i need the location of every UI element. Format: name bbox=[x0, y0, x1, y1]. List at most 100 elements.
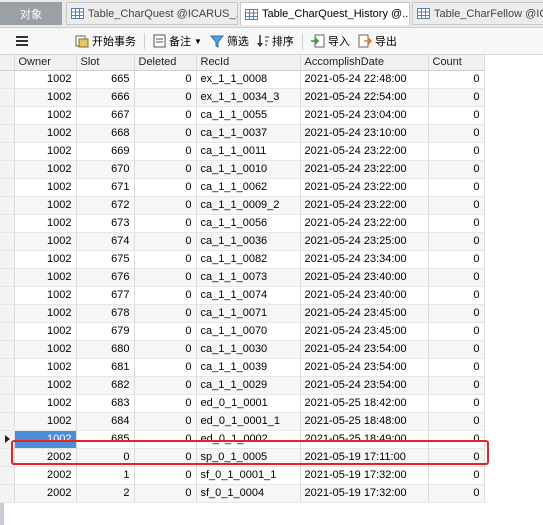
cell-deleted[interactable]: 0 bbox=[134, 304, 197, 323]
filter-button[interactable]: 筛选 bbox=[206, 30, 253, 52]
cell-deleted[interactable]: 0 bbox=[134, 430, 197, 449]
table-row[interactable]: 1002 672 0 ca_1_1_0009_2 2021-05-24 23:22:00… bbox=[0, 196, 485, 215]
table-row[interactable]: 1002 670 0 ca_1_1_0010 2021-05-24 23:22:00 0 bbox=[0, 160, 485, 179]
table-row[interactable]: 2002 0 0 sp_0_1_0005 2021-05-19 17:11:00 0 bbox=[0, 448, 485, 467]
cell-accomplish-date[interactable]: 2021-05-25 18:49:00 bbox=[300, 430, 429, 449]
cell-slot[interactable]: 681 bbox=[76, 358, 135, 377]
cell-recid[interactable]: ca_1_1_0056 bbox=[196, 214, 301, 233]
cell-slot[interactable]: 2 bbox=[76, 484, 135, 503]
table-row[interactable]: 2002 1 0 sf_0_1_0001_1 2021-05-19 17:32:00 0 bbox=[0, 466, 485, 485]
cell-deleted[interactable]: 0 bbox=[134, 124, 197, 143]
table-row[interactable]: 1002 669 0 ca_1_1_0011 2021-05-24 23:22:00 0 bbox=[0, 142, 485, 161]
cell-recid[interactable]: ca_1_1_0009_2 bbox=[196, 196, 301, 215]
cell-accomplish-date[interactable]: 2021-05-24 23:34:00 bbox=[300, 250, 429, 269]
cell-count[interactable]: 0 bbox=[428, 358, 485, 377]
cell-recid[interactable]: ca_1_1_0074 bbox=[196, 286, 301, 305]
cell-recid[interactable]: ca_1_1_0039 bbox=[196, 358, 301, 377]
row-indicator[interactable] bbox=[0, 358, 15, 377]
cell-owner[interactable]: 1002 bbox=[14, 412, 77, 431]
column-header-slot[interactable]: Slot bbox=[76, 55, 135, 71]
cell-deleted[interactable]: 0 bbox=[134, 484, 197, 503]
tab-table-charfellow[interactable]: Table_CharFellow @ICARUS bbox=[412, 2, 543, 25]
cell-accomplish-date[interactable]: 2021-05-24 23:22:00 bbox=[300, 178, 429, 197]
cell-accomplish-date[interactable]: 2021-05-24 23:54:00 bbox=[300, 340, 429, 359]
cell-slot[interactable]: 677 bbox=[76, 286, 135, 305]
table-row[interactable]: 1002 681 0 ca_1_1_0039 2021-05-24 23:54:00 0 bbox=[0, 358, 485, 377]
cell-recid[interactable]: sf_0_1_0004 bbox=[196, 484, 301, 503]
cell-slot[interactable]: 685 bbox=[76, 430, 135, 449]
sort-button[interactable]: 排序 bbox=[253, 30, 298, 52]
cell-recid[interactable]: ca_1_1_0055 bbox=[196, 106, 301, 125]
cell-deleted[interactable]: 0 bbox=[134, 160, 197, 179]
table-row[interactable]: 1002 665 0 ex_1_1_0008 2021-05-24 22:48:00 0 bbox=[0, 70, 485, 89]
table-row[interactable]: 1002 678 0 ca_1_1_0071 2021-05-24 23:45:00 0 bbox=[0, 304, 485, 323]
cell-recid[interactable]: sp_0_1_0005 bbox=[196, 448, 301, 467]
row-indicator[interactable] bbox=[0, 304, 15, 323]
column-header-owner[interactable]: Owner bbox=[14, 55, 77, 71]
cell-recid[interactable]: ca_1_1_0010 bbox=[196, 160, 301, 179]
row-indicator[interactable] bbox=[0, 142, 15, 161]
cell-accomplish-date[interactable]: 2021-05-19 17:11:00 bbox=[300, 448, 429, 467]
cell-count[interactable]: 0 bbox=[428, 268, 485, 287]
cell-accomplish-date[interactable]: 2021-05-24 23:22:00 bbox=[300, 142, 429, 161]
cell-count[interactable]: 0 bbox=[428, 214, 485, 233]
cell-slot[interactable]: 1 bbox=[76, 466, 135, 485]
cell-deleted[interactable]: 0 bbox=[134, 448, 197, 467]
cell-recid[interactable]: ca_1_1_0073 bbox=[196, 268, 301, 287]
cell-recid[interactable]: ed_0_1_0001_1 bbox=[196, 412, 301, 431]
row-indicator[interactable] bbox=[0, 430, 15, 449]
cell-accomplish-date[interactable]: 2021-05-24 23:10:00 bbox=[300, 124, 429, 143]
table-row[interactable]: 1002 684 0 ed_0_1_0001_1 2021-05-25 18:48:00… bbox=[0, 412, 485, 431]
cell-deleted[interactable]: 0 bbox=[134, 340, 197, 359]
row-indicator[interactable] bbox=[0, 484, 15, 503]
cell-deleted[interactable]: 0 bbox=[134, 466, 197, 485]
cell-recid[interactable]: ca_1_1_0070 bbox=[196, 322, 301, 341]
cell-recid[interactable]: ed_0_1_0002 bbox=[196, 430, 301, 449]
cell-owner[interactable]: 1002 bbox=[14, 304, 77, 323]
cell-slot[interactable]: 673 bbox=[76, 214, 135, 233]
cell-slot[interactable]: 674 bbox=[76, 232, 135, 251]
row-indicator[interactable] bbox=[0, 286, 15, 305]
cell-deleted[interactable]: 0 bbox=[134, 376, 197, 395]
row-indicator[interactable] bbox=[0, 466, 15, 485]
row-indicator[interactable] bbox=[0, 70, 15, 89]
row-indicator[interactable] bbox=[0, 214, 15, 233]
row-indicator[interactable] bbox=[0, 106, 15, 125]
cell-recid[interactable]: ca_1_1_0030 bbox=[196, 340, 301, 359]
cell-count[interactable]: 0 bbox=[428, 142, 485, 161]
column-header-deleted[interactable]: Deleted bbox=[134, 55, 197, 71]
cell-owner[interactable]: 1002 bbox=[14, 142, 77, 161]
cell-recid[interactable]: ed_0_1_0001 bbox=[196, 394, 301, 413]
cell-count[interactable]: 0 bbox=[428, 376, 485, 395]
cell-count[interactable]: 0 bbox=[428, 70, 485, 89]
row-indicator[interactable] bbox=[0, 124, 15, 143]
cell-deleted[interactable]: 0 bbox=[134, 250, 197, 269]
table-row[interactable]: 1002 682 0 ca_1_1_0029 2021-05-24 23:54:00 0 bbox=[0, 376, 485, 395]
cell-slot[interactable]: 672 bbox=[76, 196, 135, 215]
cell-owner[interactable]: 1002 bbox=[14, 88, 77, 107]
cell-deleted[interactable]: 0 bbox=[134, 268, 197, 287]
cell-accomplish-date[interactable]: 2021-05-24 23:04:00 bbox=[300, 106, 429, 125]
cell-count[interactable]: 0 bbox=[428, 340, 485, 359]
cell-owner[interactable]: 1002 bbox=[14, 376, 77, 395]
cell-count[interactable]: 0 bbox=[428, 232, 485, 251]
table-row[interactable]: 1002 666 0 ex_1_1_0034_3 2021-05-24 22:54:00… bbox=[0, 88, 485, 107]
cell-owner[interactable]: 1002 bbox=[14, 106, 77, 125]
cell-recid[interactable]: ca_1_1_0082 bbox=[196, 250, 301, 269]
table-row[interactable]: 1002 671 0 ca_1_1_0062 2021-05-24 23:22:00 0 bbox=[0, 178, 485, 197]
cell-owner[interactable]: 1002 bbox=[14, 322, 77, 341]
cell-owner[interactable]: 1002 bbox=[14, 358, 77, 377]
cell-owner[interactable]: 1002 bbox=[14, 250, 77, 269]
cell-accomplish-date[interactable]: 2021-05-24 23:45:00 bbox=[300, 304, 429, 323]
cell-count[interactable]: 0 bbox=[428, 304, 485, 323]
cell-accomplish-date[interactable]: 2021-05-24 22:48:00 bbox=[300, 70, 429, 89]
tab-table-charquest[interactable]: Table_CharQuest @ICARUS_... bbox=[66, 2, 238, 25]
cell-accomplish-date[interactable]: 2021-05-24 23:22:00 bbox=[300, 214, 429, 233]
import-button[interactable]: 导入 bbox=[307, 30, 354, 52]
export-button[interactable]: 导出 bbox=[354, 30, 401, 52]
cell-slot[interactable]: 676 bbox=[76, 268, 135, 287]
cell-slot[interactable]: 665 bbox=[76, 70, 135, 89]
cell-owner[interactable]: 1002 bbox=[14, 124, 77, 143]
table-row[interactable]: 1002 676 0 ca_1_1_0073 2021-05-24 23:40:00 0 bbox=[0, 268, 485, 287]
cell-owner[interactable]: 1002 bbox=[14, 394, 77, 413]
